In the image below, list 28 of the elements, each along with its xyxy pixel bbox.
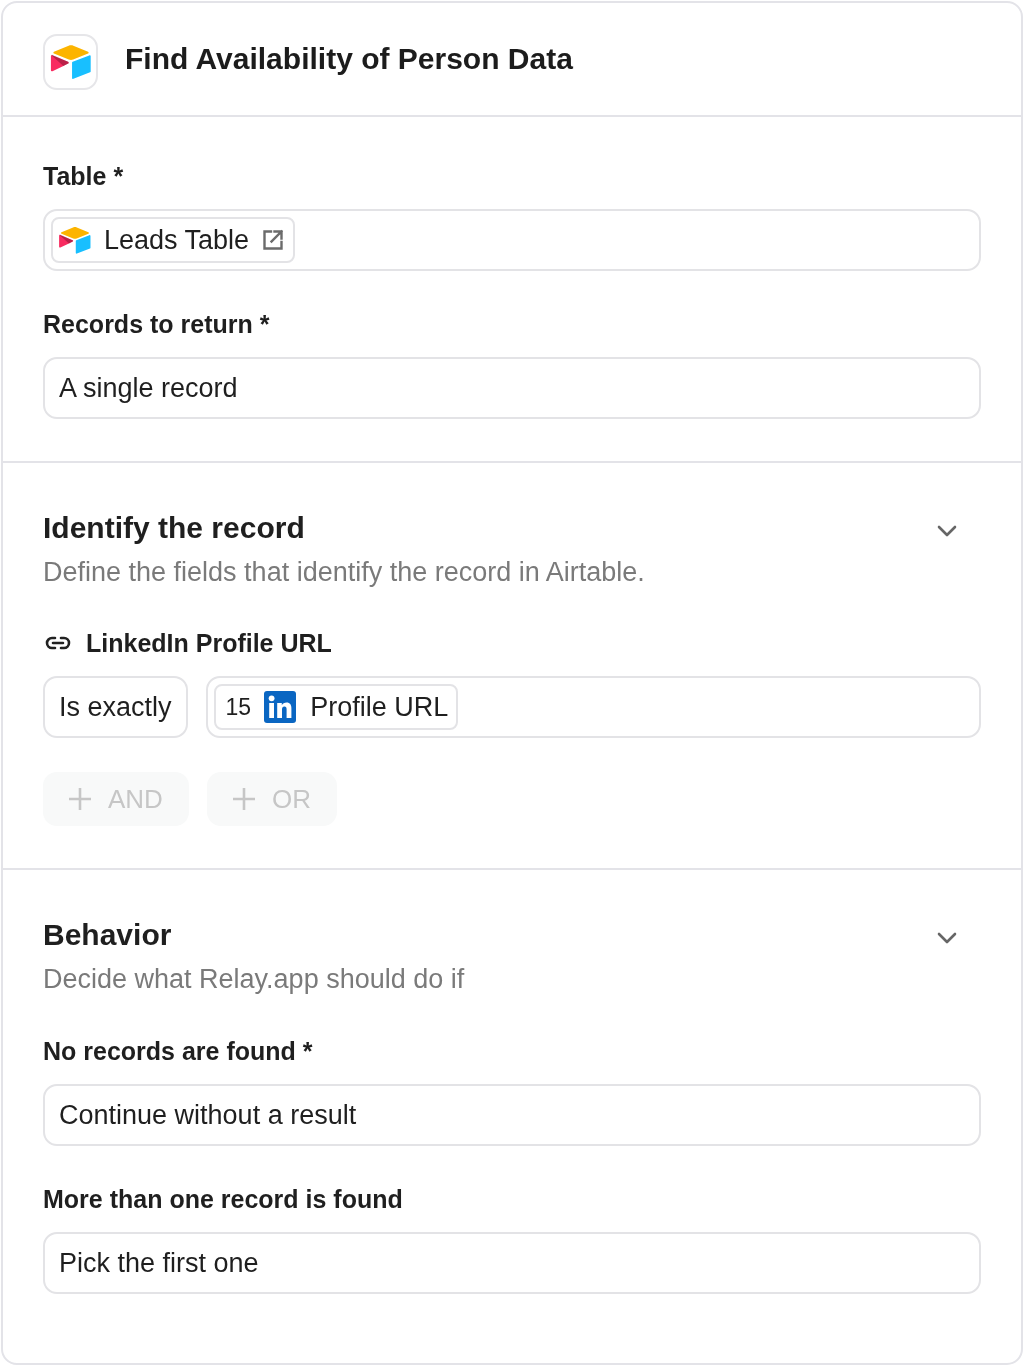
select-field[interactable]: Continue without a result bbox=[43, 1084, 981, 1146]
section-title: Identify the record bbox=[43, 510, 305, 546]
table-chip[interactable]: Leads Table bbox=[51, 217, 296, 263]
select-field[interactable]: Pick the first one bbox=[43, 1232, 981, 1294]
condition-field-label: LinkedIn Profile URL bbox=[86, 628, 332, 658]
section-description: Decide what Relay.app should do if bbox=[43, 964, 466, 994]
field-label: Records to return * bbox=[43, 309, 271, 339]
value-field[interactable]: 15 Profile URL bbox=[205, 676, 981, 738]
chevron-down-icon[interactable] bbox=[937, 525, 957, 537]
step-number: 15 bbox=[225, 693, 252, 721]
table-select[interactable]: Leads Table bbox=[43, 209, 981, 271]
plus-icon bbox=[68, 787, 92, 811]
external-link-icon[interactable] bbox=[261, 228, 286, 252]
step-title: Find Availability of Person Data bbox=[125, 41, 573, 77]
field-label: More than one record is found bbox=[43, 1184, 404, 1214]
section-title: Behavior bbox=[43, 917, 172, 953]
operator-select[interactable]: Is exactly bbox=[43, 676, 188, 738]
cube-logo-icon bbox=[59, 226, 91, 254]
select-field[interactable]: A single record bbox=[43, 357, 981, 419]
app-logo-icon bbox=[43, 34, 98, 90]
section-description: Define the fields that identify the record in Airtable. bbox=[43, 557, 646, 587]
linkedin-icon bbox=[264, 691, 297, 723]
field-label: Table * bbox=[43, 161, 125, 191]
variable-token[interactable]: 15 Profile URL bbox=[213, 684, 459, 730]
link-icon bbox=[45, 636, 71, 650]
chevron-down-icon[interactable] bbox=[937, 932, 957, 944]
plus-icon bbox=[231, 787, 256, 811]
field-label: No records are found * bbox=[43, 1036, 314, 1066]
